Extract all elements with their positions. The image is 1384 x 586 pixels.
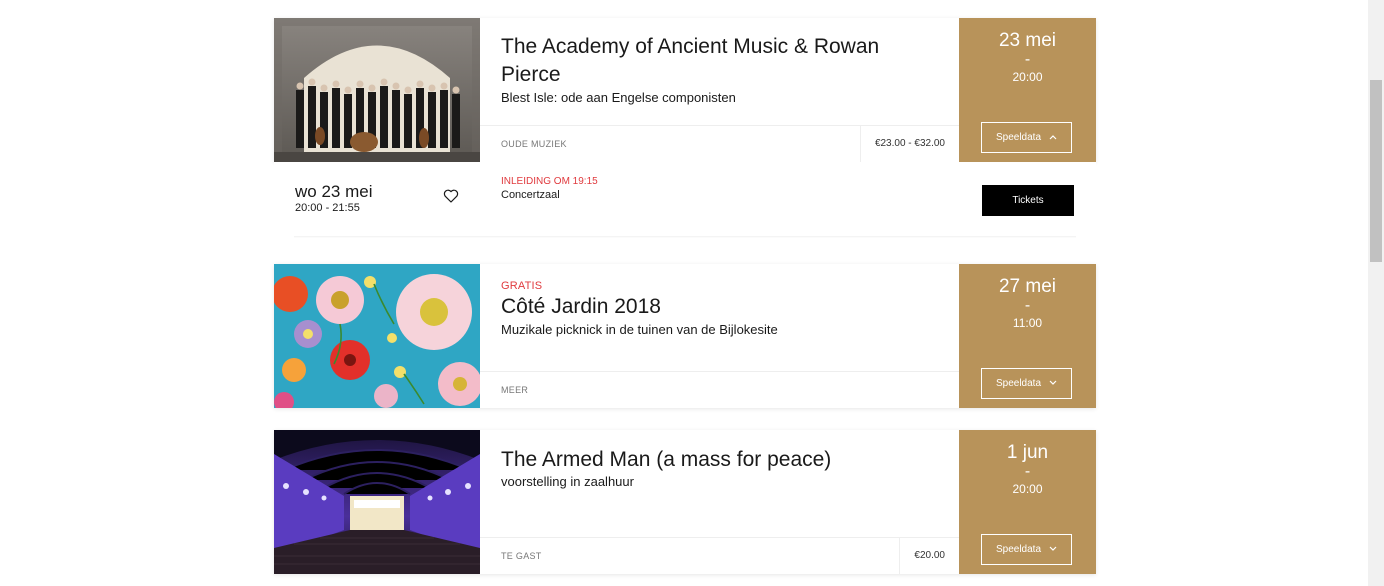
speeldata-button[interactable]: Speeldata bbox=[981, 534, 1072, 565]
event-card[interactable]: GRATIS Côté Jardin 2018 Muzikale picknic… bbox=[274, 264, 1096, 408]
event-footer: TE GAST €20.00 bbox=[480, 537, 959, 574]
speeldata-label: Speeldata bbox=[995, 544, 1042, 556]
event-category: TE GAST bbox=[501, 551, 542, 561]
event-price: €20.00 bbox=[899, 538, 959, 574]
event-image-flowers[interactable] bbox=[274, 264, 480, 408]
heart-icon[interactable] bbox=[443, 188, 459, 204]
event-subtitle: Blest Isle: ode aan Engelse componisten bbox=[501, 90, 736, 105]
chevron-down-icon bbox=[1049, 369, 1057, 398]
scrollbar-thumb[interactable] bbox=[1370, 80, 1382, 262]
event-subtitle: Muzikale picknick in de tuinen van de Bi… bbox=[501, 322, 778, 337]
event-time: 20:00 bbox=[1012, 482, 1043, 496]
event-date-separator: - bbox=[1024, 463, 1031, 480]
event-date-panel: 27 mei - 11:00 Speeldata bbox=[959, 264, 1096, 408]
event-title[interactable]: The Academy of Ancient Music & Rowan Pie… bbox=[501, 33, 941, 89]
event-footer: OUDE MUZIEK €23.00 - €32.00 bbox=[480, 125, 959, 162]
event-label: GRATIS bbox=[501, 280, 543, 292]
speeldata-button[interactable]: Speeldata bbox=[981, 368, 1072, 399]
event-info: GRATIS Côté Jardin 2018 Muzikale picknic… bbox=[480, 264, 959, 408]
event-date: 23 mei bbox=[998, 30, 1057, 51]
event-time: 11:00 bbox=[1012, 316, 1043, 330]
event-date-separator: - bbox=[1024, 51, 1031, 68]
event-subtitle: voorstelling in zaalhuur bbox=[501, 474, 634, 489]
chevron-down-icon bbox=[1049, 535, 1057, 564]
event-date: 27 mei bbox=[998, 276, 1057, 297]
scrollbar[interactable] bbox=[1368, 0, 1384, 586]
event-date: 1 jun bbox=[1006, 442, 1049, 463]
event-image-hall[interactable] bbox=[274, 430, 480, 574]
speeldata-label: Speeldata bbox=[995, 378, 1042, 390]
schedule-day: wo 23 mei bbox=[295, 182, 373, 201]
event-date-panel: 1 jun - 20:00 Speeldata bbox=[959, 430, 1096, 574]
chevron-up-icon bbox=[1049, 123, 1057, 152]
event-card[interactable]: The Armed Man (a mass for peace) voorste… bbox=[274, 430, 1096, 574]
schedule-hall: Concertzaal bbox=[501, 189, 560, 201]
event-title[interactable]: The Armed Man (a mass for peace) bbox=[501, 446, 941, 474]
schedule-intro: INLEIDING OM 19:15 bbox=[501, 176, 598, 187]
event-image-orchestra[interactable] bbox=[274, 18, 480, 162]
event-card[interactable]: The Academy of Ancient Music & Rowan Pie… bbox=[274, 18, 1096, 162]
schedule-hours: 20:00 - 21:55 bbox=[295, 202, 360, 214]
divider bbox=[294, 236, 1076, 238]
event-date-separator: - bbox=[1024, 297, 1031, 314]
event-date-panel: 23 mei - 20:00 Speeldata bbox=[959, 18, 1096, 162]
speeldata-label: Speeldata bbox=[995, 132, 1042, 144]
event-time: 20:00 bbox=[1012, 70, 1043, 84]
event-info: The Armed Man (a mass for peace) voorste… bbox=[480, 430, 959, 574]
schedule-row: wo 23 mei 20:00 - 21:55 INLEIDING OM 19:… bbox=[274, 162, 1096, 238]
event-category: MEER bbox=[501, 385, 529, 395]
tickets-button[interactable]: Tickets bbox=[982, 185, 1074, 216]
event-title[interactable]: Côté Jardin 2018 bbox=[501, 293, 941, 321]
event-price: €23.00 - €32.00 bbox=[859, 126, 959, 162]
event-footer: MEER bbox=[480, 371, 959, 408]
event-list-page: The Academy of Ancient Music & Rowan Pie… bbox=[0, 0, 1384, 586]
event-info: The Academy of Ancient Music & Rowan Pie… bbox=[480, 18, 959, 162]
event-category: OUDE MUZIEK bbox=[501, 139, 567, 149]
speeldata-button[interactable]: Speeldata bbox=[981, 122, 1072, 153]
